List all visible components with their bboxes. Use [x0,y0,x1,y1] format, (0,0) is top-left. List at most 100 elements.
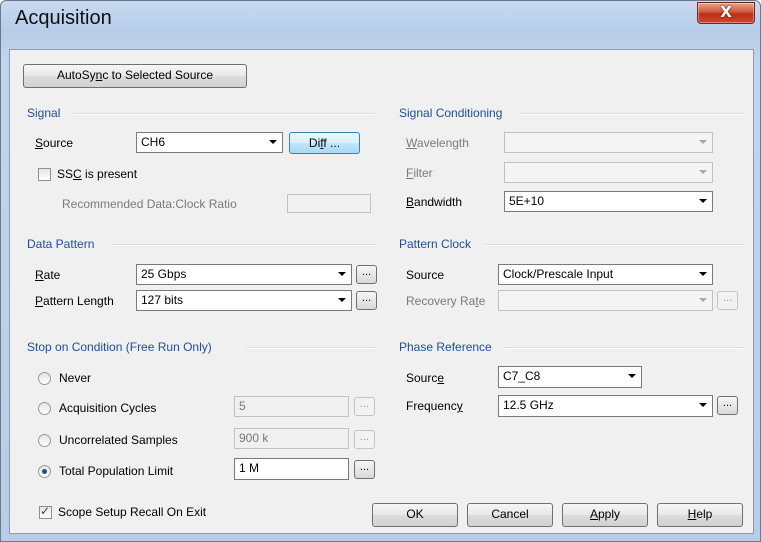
dialog-client-area: AutoSync to Selected Source Signal Sourc… [9,49,754,534]
stop-condition-section-title: Stop on Condition (Free Run Only) [27,340,212,354]
help-button[interactable]: Help [657,503,743,527]
help-label-rest: elp [696,507,713,521]
signal-source-label-u: S [35,136,44,150]
apply-label-rest: pply [598,507,621,521]
bandwidth-value: 5E+10 [509,194,545,208]
chevron-down-icon [699,199,707,203]
ratio-field [287,194,371,213]
acquisition-cycles-field: 5 [234,396,349,417]
frequency-label-a: Frequenc [406,399,457,413]
pattern-length-more-button[interactable]: ... [356,291,377,310]
acquisition-cycles-label: Acquisition Cycles [59,401,157,415]
phase-source-value: C7_C8 [503,369,541,383]
signal-divider [73,113,375,115]
pattern-clock-source-value: Clock/Prescale Input [503,267,614,281]
diff-button[interactable]: Diff ... [289,132,360,154]
window-title: Acquisition [15,7,112,29]
total-population-field[interactable]: 1 M [234,458,349,480]
rate-label-u: R [35,268,44,282]
filter-select [504,162,713,183]
close-button[interactable]: X [697,2,755,24]
never-label: Never [59,371,92,385]
stop-condition-divider [246,347,375,349]
cancel-button[interactable]: Cancel [467,503,553,527]
bandwidth-select[interactable]: 5E+10 [504,191,713,212]
chevron-down-icon [628,374,636,378]
phase-reference-divider [503,347,744,349]
ssc-checkbox[interactable] [38,168,51,181]
chevron-down-icon [699,140,707,144]
phase-source-label: Source [406,371,444,385]
apply-label-u: A [589,507,598,521]
ssc-label-b: C [73,167,82,181]
phase-source-select[interactable]: C7_C8 [498,366,642,388]
diff-label-c: f ... [323,136,341,150]
filter-label: Filter [406,166,433,180]
uncorrelated-samples-label: Uncorrelated Samples [59,433,178,447]
apply-button[interactable]: Apply [562,503,648,527]
recovery-rate-label-c: e [478,294,486,308]
uncorrelated-samples-field: 900 k [234,428,349,449]
dialog-window: Acquisition X AutoSync to Selected Sourc… [0,0,761,542]
pattern-length-label-rest: attern Length [43,294,114,308]
pattern-length-value: 127 bits [141,293,184,307]
signal-source-value: CH6 [141,135,166,149]
pattern-clock-section-title: Pattern Clock [399,237,472,251]
recovery-rate-more-button: ... [717,291,738,310]
signal-conditioning-divider [520,113,744,115]
scope-recall-label: Scope Setup Recall On Exit [58,505,207,519]
total-population-more-button[interactable]: ... [354,460,375,479]
bandwidth-label-rest: andwidth [414,195,463,209]
diff-label-a: Di [308,136,321,150]
filter-label-rest: ilter [413,166,433,180]
wavelength-label-rest: avelength [416,136,469,150]
autosync-button[interactable]: AutoSync to Selected Source [23,64,247,88]
chevron-down-icon [269,140,277,144]
chevron-down-icon [699,403,707,407]
recovery-rate-select [498,290,713,311]
chevron-down-icon [699,272,707,276]
chevron-down-icon [338,298,346,302]
pattern-clock-source-label: Source [406,268,445,282]
frequency-label-b: y [456,399,463,413]
acquisition-cycles-radio[interactable] [38,402,51,415]
recovery-rate-label-a: Recovery Ra [406,294,476,308]
data-pattern-divider [111,244,375,246]
phase-reference-section-title: Phase Reference [399,340,492,354]
chevron-down-icon [699,170,707,174]
recovery-rate-label: Recovery Rate [406,294,485,308]
never-radio[interactable] [38,372,51,385]
signal-section-title: Signal [27,106,61,120]
signal-source-label-rest: ource [43,136,74,150]
rate-more-button[interactable]: ... [356,265,377,284]
frequency-select[interactable]: 12.5 GHz [498,395,713,417]
uncorrelated-samples-radio[interactable] [38,434,51,447]
bandwidth-label: Bandwidth [406,195,462,209]
frequency-more-button[interactable]: ... [717,396,738,415]
autosync-label-c: c to Selected Source [102,68,214,82]
uncorrelated-samples-more-button: ... [354,430,375,449]
scope-recall-checkbox[interactable]: ✓ [39,504,52,519]
wavelength-label-u: W [406,136,417,150]
chevron-down-icon [699,298,707,302]
pattern-length-select[interactable]: 127 bits [136,290,352,311]
chevron-down-icon [338,272,346,276]
frequency-value: 12.5 GHz [503,398,554,412]
ssc-label-c: is present [81,167,138,181]
rate-value: 25 Gbps [141,267,187,281]
total-population-label: Total Population Limit [59,464,174,478]
phase-source-label-b: e [437,371,445,385]
ssc-label: SSC is present [57,167,137,181]
data-pattern-section-title: Data Pattern [27,237,95,251]
signal-source-select[interactable]: CH6 [136,132,283,153]
pattern-clock-source-select[interactable]: Clock/Prescale Input [498,264,713,285]
total-population-radio[interactable] [38,465,51,478]
wavelength-label: Wavelength [406,136,469,150]
rate-select[interactable]: 25 Gbps [136,264,352,285]
signal-conditioning-section-title: Signal Conditioning [399,106,503,120]
bandwidth-label-u: B [406,195,415,209]
rate-label-rest: ate [43,268,61,282]
ok-button[interactable]: OK [372,503,458,527]
wavelength-select [504,132,713,153]
pattern-length-label-u: P [35,294,44,308]
